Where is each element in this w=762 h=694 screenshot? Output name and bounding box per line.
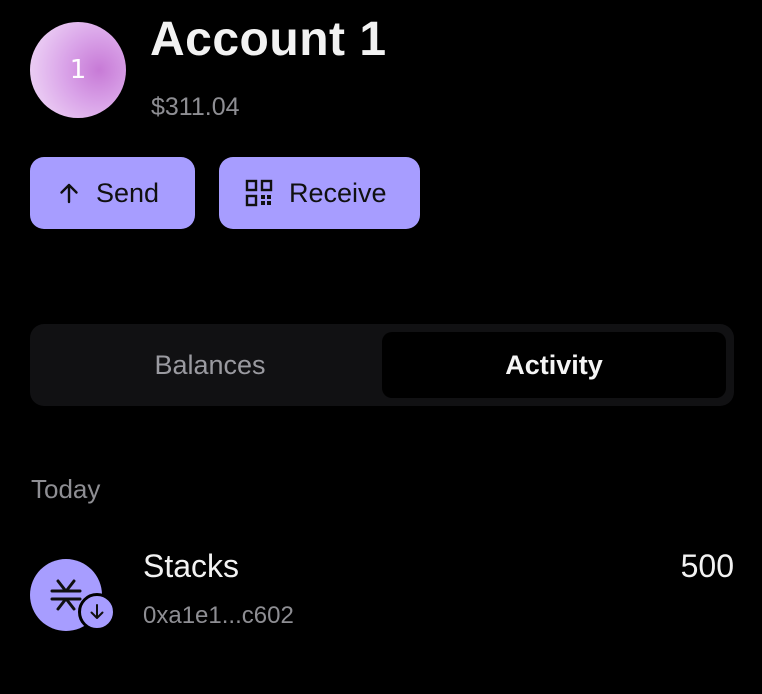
arrow-up-icon [58, 181, 80, 205]
receive-button[interactable]: Receive [219, 157, 420, 229]
send-label: Send [96, 177, 160, 208]
wallet-page: 1 Account 1 $311.04 Send Receive Balance… [0, 0, 762, 694]
token-amount: 500 [680, 548, 734, 584]
token-address: 0xa1e1...c602 [143, 602, 294, 629]
account-name: Account 1 [150, 13, 387, 66]
account-avatar[interactable]: 1 [30, 22, 126, 118]
section-title-today: Today [31, 474, 101, 504]
activity-item[interactable]: Stacks 0xa1e1...c602 500 [30, 548, 734, 638]
account-balance: $311.04 [151, 93, 240, 121]
send-button[interactable]: Send [30, 157, 195, 229]
token-name: Stacks [143, 548, 240, 584]
qr-code-icon [245, 179, 273, 207]
avatar-label: 1 [69, 55, 87, 85]
arrow-down-icon [78, 593, 116, 631]
tab-balances[interactable]: Balances [38, 332, 382, 398]
receive-label: Receive [289, 177, 387, 208]
tab-activity[interactable]: Activity [382, 332, 726, 398]
tab-bar: Balances Activity [30, 324, 734, 406]
